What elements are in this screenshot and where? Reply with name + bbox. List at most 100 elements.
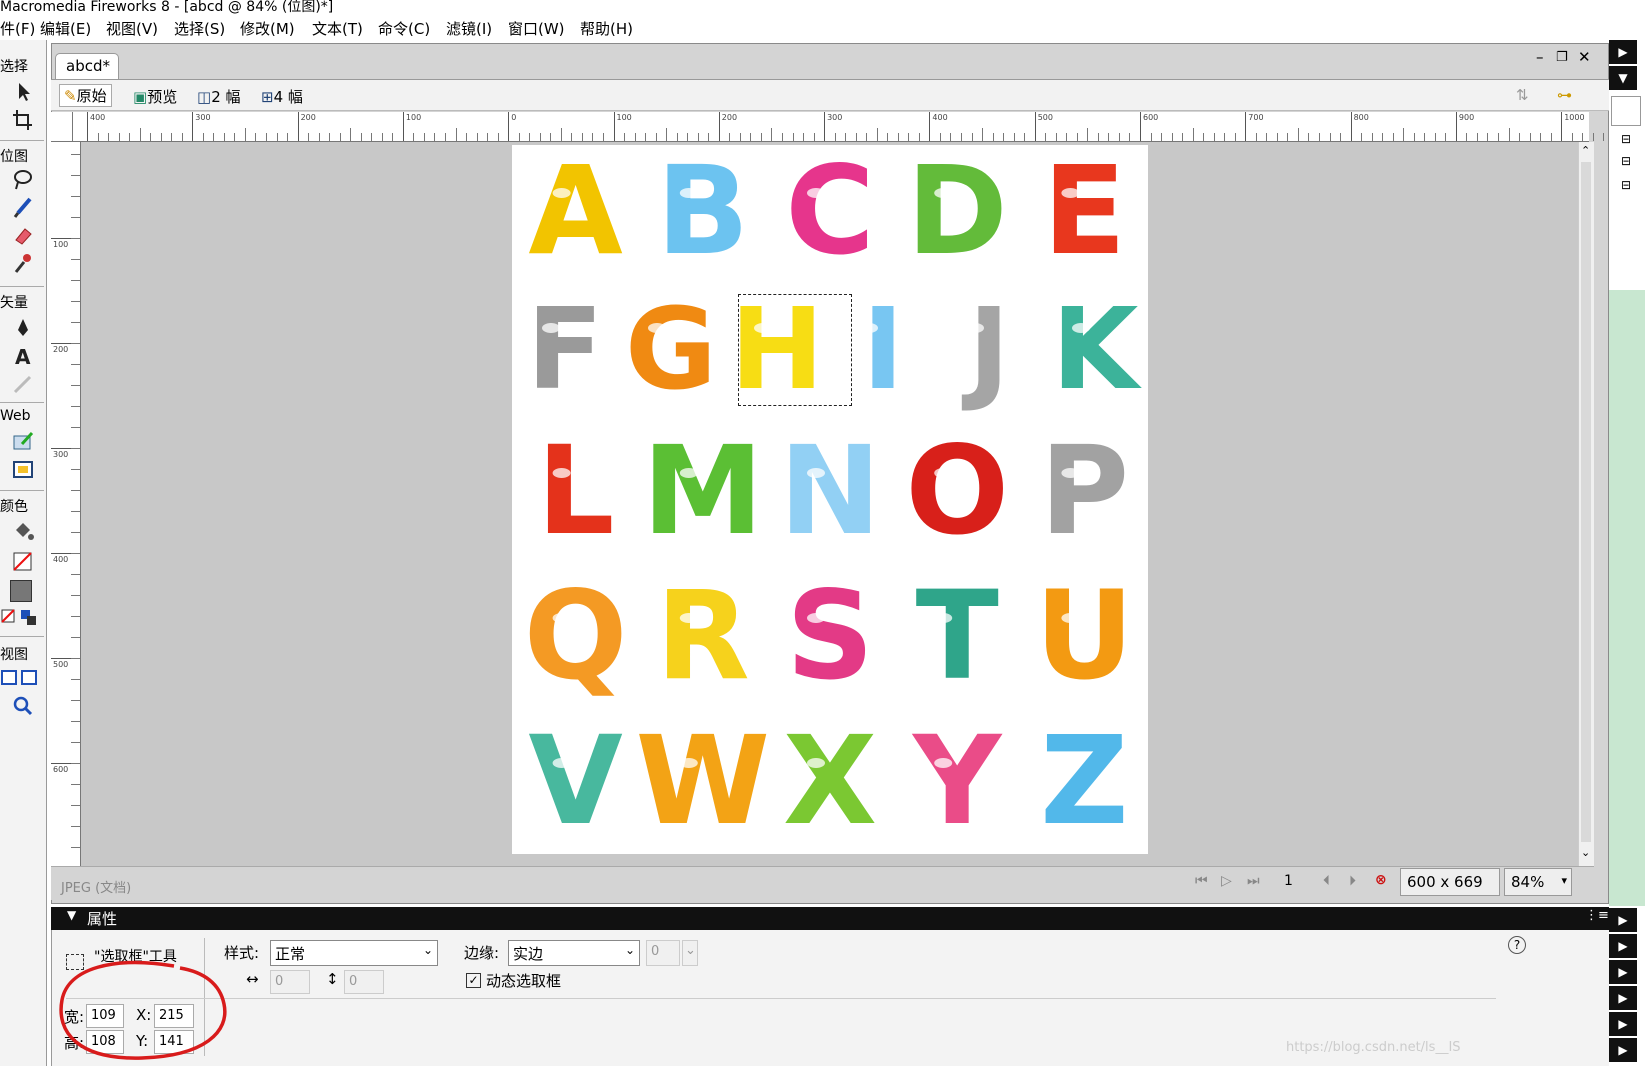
ruler-minor-tick <box>71 385 80 386</box>
vertical-scrollbar[interactable]: ⌃ ⌄ <box>1578 142 1594 866</box>
fill-color-swatch[interactable] <box>10 580 32 602</box>
lasso-icon[interactable] <box>10 168 36 192</box>
scroll-up-icon[interactable]: ⌃ <box>1581 144 1590 157</box>
ruler-minor-tick <box>71 322 80 323</box>
panel-options-icon[interactable]: ⋮≡ <box>1585 908 1609 923</box>
ruler-minor-tick <box>1129 133 1131 141</box>
paint-bucket-icon[interactable] <box>10 520 36 544</box>
quick-export-icon[interactable]: ⇅ <box>1516 86 1529 104</box>
first-frame-icon[interactable]: ⏮ <box>1195 873 1208 889</box>
panel-collapse-icon[interactable]: ▼ <box>1609 66 1637 90</box>
edge-select[interactable]: 实边 ⌄ <box>508 940 640 966</box>
ruler-minor-tick <box>1382 133 1384 141</box>
fixed-height-field[interactable]: 0 <box>344 970 384 994</box>
ruler-minor-tick <box>360 133 362 141</box>
panel-expand-icon[interactable]: ▶ <box>1609 960 1637 984</box>
scroll-down-icon[interactable]: ⌄ <box>1581 846 1590 859</box>
properties-header[interactable]: ▼ 属性 ⋮≡ <box>51 907 1609 930</box>
view-preview-button[interactable]: ▣预览 <box>133 86 177 107</box>
panel-expand-icon[interactable]: ▶ <box>1609 908 1637 932</box>
view-4up-button[interactable]: ⊞4 幅 <box>261 86 303 107</box>
doc-restore-icon[interactable]: ❐ <box>1556 50 1568 65</box>
style-select[interactable]: 正常 ⌄ <box>270 940 438 966</box>
panel-expand-icon[interactable]: ▶ <box>1609 1012 1637 1036</box>
ruler-minor-tick <box>71 616 80 617</box>
menu-help[interactable]: 帮助(H) <box>580 18 633 39</box>
dock-list-icon[interactable]: ⊟ <box>1611 154 1641 178</box>
swap-colors-icon[interactable] <box>18 606 44 630</box>
doc-close-icon[interactable]: ✕ <box>1578 48 1591 66</box>
menu-file[interactable]: 件(F) <box>0 18 35 39</box>
menu-commands[interactable]: 命令(C) <box>378 18 430 39</box>
menu-view[interactable]: 视图(V) <box>106 18 158 39</box>
menu-text[interactable]: 文本(T) <box>312 18 363 39</box>
ruler-minor-tick <box>739 133 741 141</box>
pen-icon[interactable] <box>10 316 36 340</box>
brush-icon[interactable] <box>10 196 36 220</box>
hotspot-icon[interactable] <box>10 430 36 454</box>
chevron-down-icon: ⌄ <box>624 943 635 957</box>
help-icon[interactable]: ? <box>1508 936 1526 954</box>
ruler-minor-tick <box>1466 133 1468 141</box>
letter-highlight <box>542 323 560 333</box>
view-2up-button[interactable]: ◫2 幅 <box>197 86 241 107</box>
panel-expand-icon[interactable]: ▶ <box>1609 1038 1637 1062</box>
edge-amount-field[interactable]: 0 <box>646 940 680 966</box>
document-tab-label: abcd* <box>66 57 110 75</box>
view-original-button[interactable]: ✎原始 <box>59 84 112 107</box>
ruler-minor-tick <box>318 133 320 141</box>
prev-frame-icon[interactable]: ⏴ <box>1323 873 1330 889</box>
pointer-icon[interactable] <box>10 80 36 104</box>
letter-highlight <box>552 468 571 478</box>
ruler-minor-tick <box>781 133 783 141</box>
ruler-minor-tick <box>634 133 636 141</box>
menu-modify[interactable]: 修改(M) <box>240 18 295 39</box>
next-frame-icon[interactable]: ⏵ <box>1349 873 1356 889</box>
svg-text:L: L <box>537 420 615 562</box>
stroke-color-icon[interactable] <box>10 550 36 574</box>
stop-icon[interactable]: ⊗ <box>1375 872 1387 888</box>
menu-filters[interactable]: 滤镜(I) <box>446 18 492 39</box>
ruler-minor-tick <box>71 364 80 365</box>
slice-icon[interactable] <box>10 458 36 482</box>
artboard[interactable]: ABCDEFGHIJKLMNOPQRSTUVWXYZ <box>512 139 1148 854</box>
edge-amount-chevron-icon[interactable]: ⌄ <box>682 940 698 966</box>
last-frame-icon[interactable]: ⏭ <box>1247 873 1260 889</box>
zoom-select[interactable]: 84% ▾ <box>1504 868 1572 896</box>
marquee-selection[interactable] <box>738 294 852 406</box>
fixed-width-field[interactable]: 0 <box>270 970 310 994</box>
ruler-minor-tick <box>1150 133 1152 141</box>
text-tool-icon[interactable]: A <box>10 344 36 368</box>
document-tab[interactable]: abcd* <box>55 53 119 79</box>
letter-highlight <box>934 758 953 768</box>
letter-highlight <box>966 323 984 333</box>
dock-list-icon[interactable]: ⊟ <box>1611 132 1641 156</box>
crop-icon[interactable] <box>10 108 36 132</box>
dock-list-icon[interactable]: ⊟ <box>1611 178 1641 202</box>
svg-text:C: C <box>785 145 875 282</box>
scroll-thumb[interactable] <box>1581 162 1591 842</box>
dock-tool-button[interactable] <box>1611 96 1641 126</box>
ruler-minor-tick <box>1266 133 1268 141</box>
svg-text:I: I <box>862 285 904 415</box>
panel-expand-icon[interactable]: ▶ <box>1609 934 1637 958</box>
panel-expand-icon[interactable]: ▶ <box>1609 986 1637 1010</box>
doc-minimize-icon[interactable]: – <box>1536 48 1544 66</box>
menu-edit[interactable]: 编辑(E) <box>40 18 91 39</box>
play-icon[interactable]: ▷ <box>1221 873 1232 889</box>
key-icon[interactable]: ⊶ <box>1557 86 1572 104</box>
dynamic-marquee-checkbox[interactable]: ✓ <box>466 973 481 988</box>
letter-y: Y <box>910 709 1005 854</box>
zoom-icon[interactable] <box>10 694 36 718</box>
menu-select[interactable]: 选择(S) <box>174 18 225 39</box>
knife-icon[interactable] <box>10 372 36 396</box>
panel-expand-icon[interactable]: ▶ <box>1609 40 1637 64</box>
eraser-icon[interactable] <box>10 224 36 248</box>
rubber-stamp-icon[interactable] <box>10 252 36 276</box>
ruler-minor-tick <box>813 133 815 141</box>
menu-window[interactable]: 窗口(W) <box>508 18 565 39</box>
ruler-minor-tick <box>71 658 80 659</box>
image-size-field[interactable]: 600 x 669 <box>1400 868 1500 896</box>
full-screen-icon[interactable] <box>20 666 46 690</box>
ruler-minor-tick <box>129 133 131 141</box>
